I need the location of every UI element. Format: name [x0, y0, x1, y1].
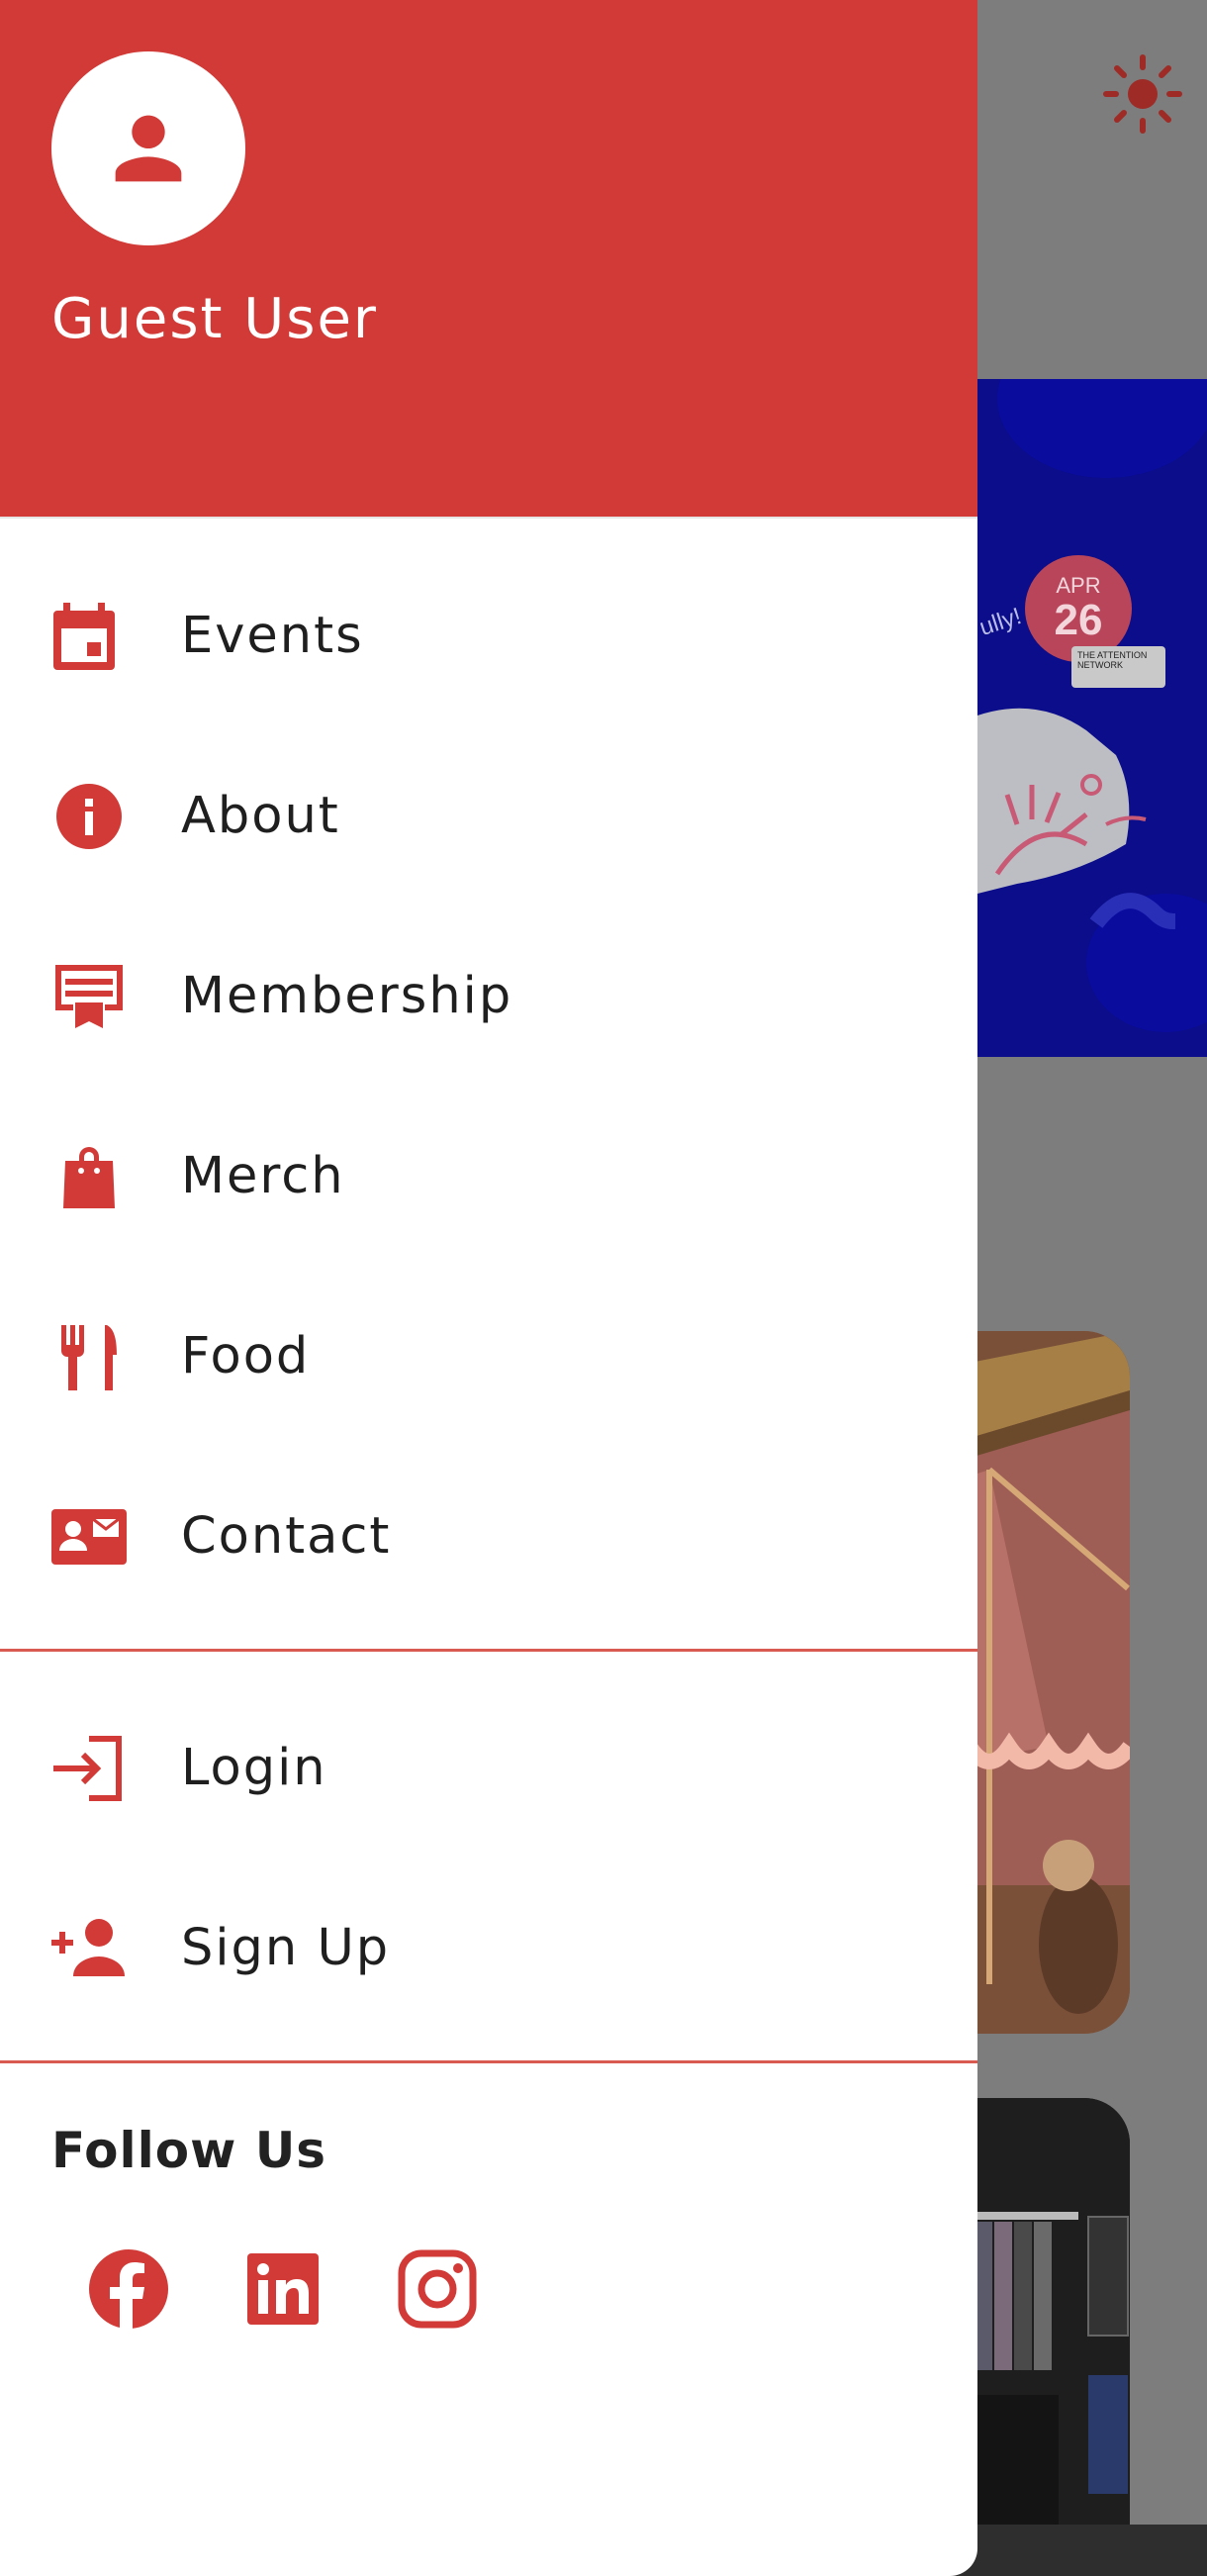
navigation-drawer: Guest User Events About Membership Merch…	[0, 0, 977, 2576]
theme-toggle-sun-icon[interactable]	[1103, 54, 1182, 134]
menu-item-events[interactable]: Events	[0, 546, 977, 726]
menu-label: Login	[181, 1739, 327, 1797]
contact-card-icon	[49, 1503, 129, 1571]
menu-label: Membership	[181, 967, 513, 1025]
info-icon	[49, 783, 129, 850]
menu-label: Events	[181, 607, 364, 665]
instagram-icon[interactable]	[396, 2247, 479, 2331]
user-name: Guest User	[51, 287, 378, 351]
person-icon	[115, 115, 182, 182]
calendar-icon	[49, 603, 129, 670]
shopping-bag-icon	[49, 1143, 129, 1210]
banner-text: ully!	[977, 603, 1025, 641]
menu-label: Sign Up	[181, 1919, 391, 1977]
menu-item-contact[interactable]: Contact	[0, 1447, 977, 1627]
drawer-divider	[0, 1649, 977, 1652]
login-icon	[49, 1735, 129, 1802]
menu-item-food[interactable]: Food	[0, 1267, 977, 1447]
membership-card-icon	[49, 963, 129, 1030]
drawer-divider	[0, 2060, 977, 2063]
follow-us-heading: Follow Us	[51, 2122, 327, 2179]
add-person-icon	[49, 1915, 129, 1982]
menu-label: Contact	[181, 1507, 392, 1566]
menu-item-login[interactable]: Login	[0, 1678, 977, 1859]
menu-label: Merch	[181, 1147, 345, 1205]
event-banner[interactable]: ully! APR 26 THE ATTENTION NETWORK	[977, 379, 1207, 1057]
menu-item-sign-up[interactable]: Sign Up	[0, 1859, 977, 2039]
shoe-illustration	[977, 708, 1175, 929]
menu-item-about[interactable]: About	[0, 726, 977, 906]
avatar[interactable]	[51, 51, 245, 245]
menu-item-merch[interactable]: Merch	[0, 1087, 977, 1267]
menu-label: About	[181, 787, 340, 845]
facebook-icon[interactable]	[87, 2247, 170, 2331]
fork-knife-icon	[49, 1323, 129, 1390]
linkedin-icon[interactable]	[241, 2247, 325, 2331]
menu-item-membership[interactable]: Membership	[0, 906, 977, 1087]
date-day: 26	[1054, 596, 1103, 644]
drawer-header: Guest User	[0, 0, 977, 519]
menu-label: Food	[181, 1327, 311, 1385]
